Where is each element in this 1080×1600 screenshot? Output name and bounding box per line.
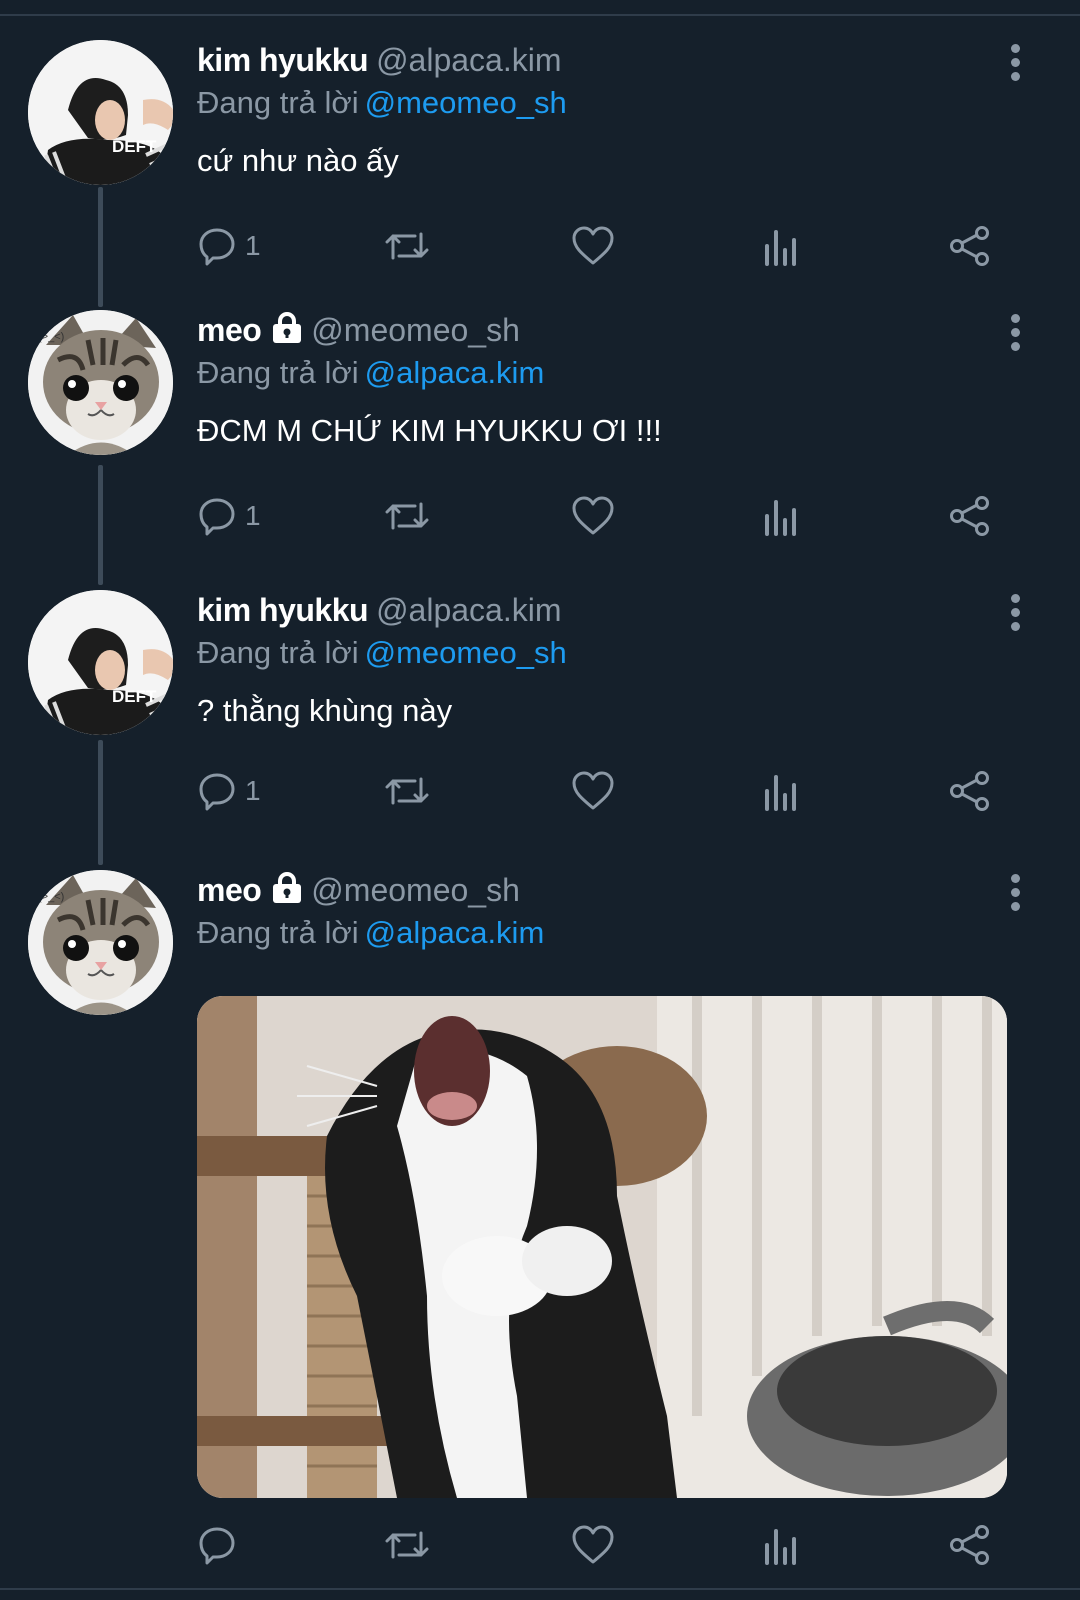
share-button[interactable] — [949, 491, 991, 541]
more-options-icon[interactable] — [1010, 594, 1020, 634]
avatar[interactable]: (>_<) — [28, 310, 173, 455]
user-handle[interactable]: @alpaca.kim — [376, 42, 561, 78]
thread-line — [98, 740, 103, 865]
like-button[interactable] — [571, 766, 615, 816]
views-button[interactable] — [763, 221, 799, 271]
heart-icon — [572, 1525, 614, 1564]
views-button[interactable] — [763, 766, 799, 816]
views-button[interactable] — [763, 1520, 799, 1570]
avatar[interactable]: (>_<) — [28, 870, 173, 1015]
reply-button[interactable]: 1 — [197, 221, 261, 271]
reply-mention-link[interactable]: @meomeo_sh — [365, 85, 567, 120]
display-name[interactable]: meo — [197, 872, 262, 908]
tweet-actions: 1 — [197, 491, 1017, 541]
reply-mention-link[interactable]: @alpaca.kim — [365, 915, 545, 950]
replying-to: Đang trả lời @alpaca.kim — [197, 913, 1017, 953]
jersey-label: DEFT — [112, 137, 157, 156]
analytics-icon — [765, 230, 796, 266]
tweet-header: kim hyukku @alpaca.kim — [197, 590, 1017, 630]
share-button[interactable] — [949, 221, 991, 271]
bottom-divider — [0, 1588, 1080, 1590]
analytics-icon — [765, 775, 796, 811]
heart-icon — [572, 226, 614, 265]
tweet-text: ? thằng khùng này — [197, 693, 453, 728]
reply-count: 1 — [245, 775, 261, 806]
jersey-label: DEFT — [112, 687, 157, 706]
retweet-icon — [385, 777, 429, 805]
user-handle[interactable]: @meomeo_sh — [311, 872, 520, 908]
reply-button[interactable]: 1 — [197, 766, 261, 816]
like-button[interactable] — [571, 1520, 615, 1570]
heart-icon — [572, 496, 614, 535]
share-icon — [950, 1525, 989, 1565]
thread-line — [98, 187, 103, 307]
share-icon — [950, 771, 989, 811]
replying-label: Đang trả lời — [197, 915, 359, 950]
display-name[interactable]: kim hyukku — [197, 592, 369, 628]
avatar[interactable]: DEFT — [28, 590, 173, 735]
replying-label: Đang trả lời — [197, 355, 359, 390]
lock-icon — [273, 312, 302, 343]
share-button[interactable] — [949, 1520, 991, 1570]
share-icon — [950, 496, 989, 536]
reply-button[interactable] — [197, 1520, 245, 1570]
tweet-media-image[interactable] — [197, 996, 1007, 1498]
retweet-icon — [385, 232, 429, 260]
avatar-tag: (>_<) — [38, 331, 64, 343]
user-handle[interactable]: @meomeo_sh — [311, 312, 520, 348]
avatar[interactable]: DEFT — [28, 40, 173, 185]
analytics-icon — [765, 1529, 796, 1565]
display-name[interactable]: meo — [197, 312, 262, 348]
thread-line — [98, 465, 103, 585]
retweet-button[interactable] — [383, 491, 431, 541]
like-button[interactable] — [571, 221, 615, 271]
tweet-header: meo @meomeo_sh — [197, 310, 1017, 350]
more-options-icon[interactable] — [1010, 314, 1020, 354]
retweet-button[interactable] — [383, 221, 431, 271]
tweet-header: kim hyukku @alpaca.kim — [197, 40, 1017, 80]
heart-icon — [572, 771, 614, 810]
replying-to: Đang trả lời @meomeo_sh — [197, 83, 1017, 123]
views-button[interactable] — [763, 491, 799, 541]
retweet-icon — [385, 1531, 429, 1559]
tweet-text: ĐCM M CHỨ KIM HYUKKU ƠI !!! — [197, 413, 662, 448]
tweet-header: meo @meomeo_sh — [197, 870, 1017, 910]
replying-label: Đang trả lời — [197, 85, 359, 120]
analytics-icon — [765, 500, 796, 536]
replying-to: Đang trả lời @meomeo_sh — [197, 633, 1017, 673]
user-handle[interactable]: @alpaca.kim — [376, 592, 561, 628]
replying-to: Đang trả lời @alpaca.kim — [197, 353, 1017, 393]
more-options-icon[interactable] — [1010, 874, 1020, 914]
share-icon — [950, 226, 989, 266]
tweet-actions: 1 — [197, 221, 1017, 271]
reply-icon — [199, 1527, 235, 1565]
reply-count: 1 — [245, 500, 261, 531]
lock-icon — [273, 872, 302, 903]
retweet-button[interactable] — [383, 766, 431, 816]
reply-button[interactable]: 1 — [197, 491, 261, 541]
top-divider — [0, 14, 1080, 16]
reply-icon — [199, 498, 235, 536]
tweet-actions: 1 — [197, 766, 1017, 816]
reply-mention-link[interactable]: @meomeo_sh — [365, 635, 567, 670]
tweet-text: cứ như nào ấy — [197, 143, 399, 178]
tweet-actions — [197, 1520, 1017, 1570]
reply-icon — [199, 228, 235, 266]
reply-icon — [199, 773, 235, 811]
more-options-icon[interactable] — [1010, 44, 1020, 84]
replying-label: Đang trả lời — [197, 635, 359, 670]
reply-mention-link[interactable]: @alpaca.kim — [365, 355, 545, 390]
retweet-button[interactable] — [383, 1520, 431, 1570]
retweet-icon — [385, 502, 429, 530]
reply-count: 1 — [245, 230, 261, 261]
like-button[interactable] — [571, 491, 615, 541]
avatar-tag: (>_<) — [38, 891, 64, 903]
share-button[interactable] — [949, 766, 991, 816]
display-name[interactable]: kim hyukku — [197, 42, 369, 78]
